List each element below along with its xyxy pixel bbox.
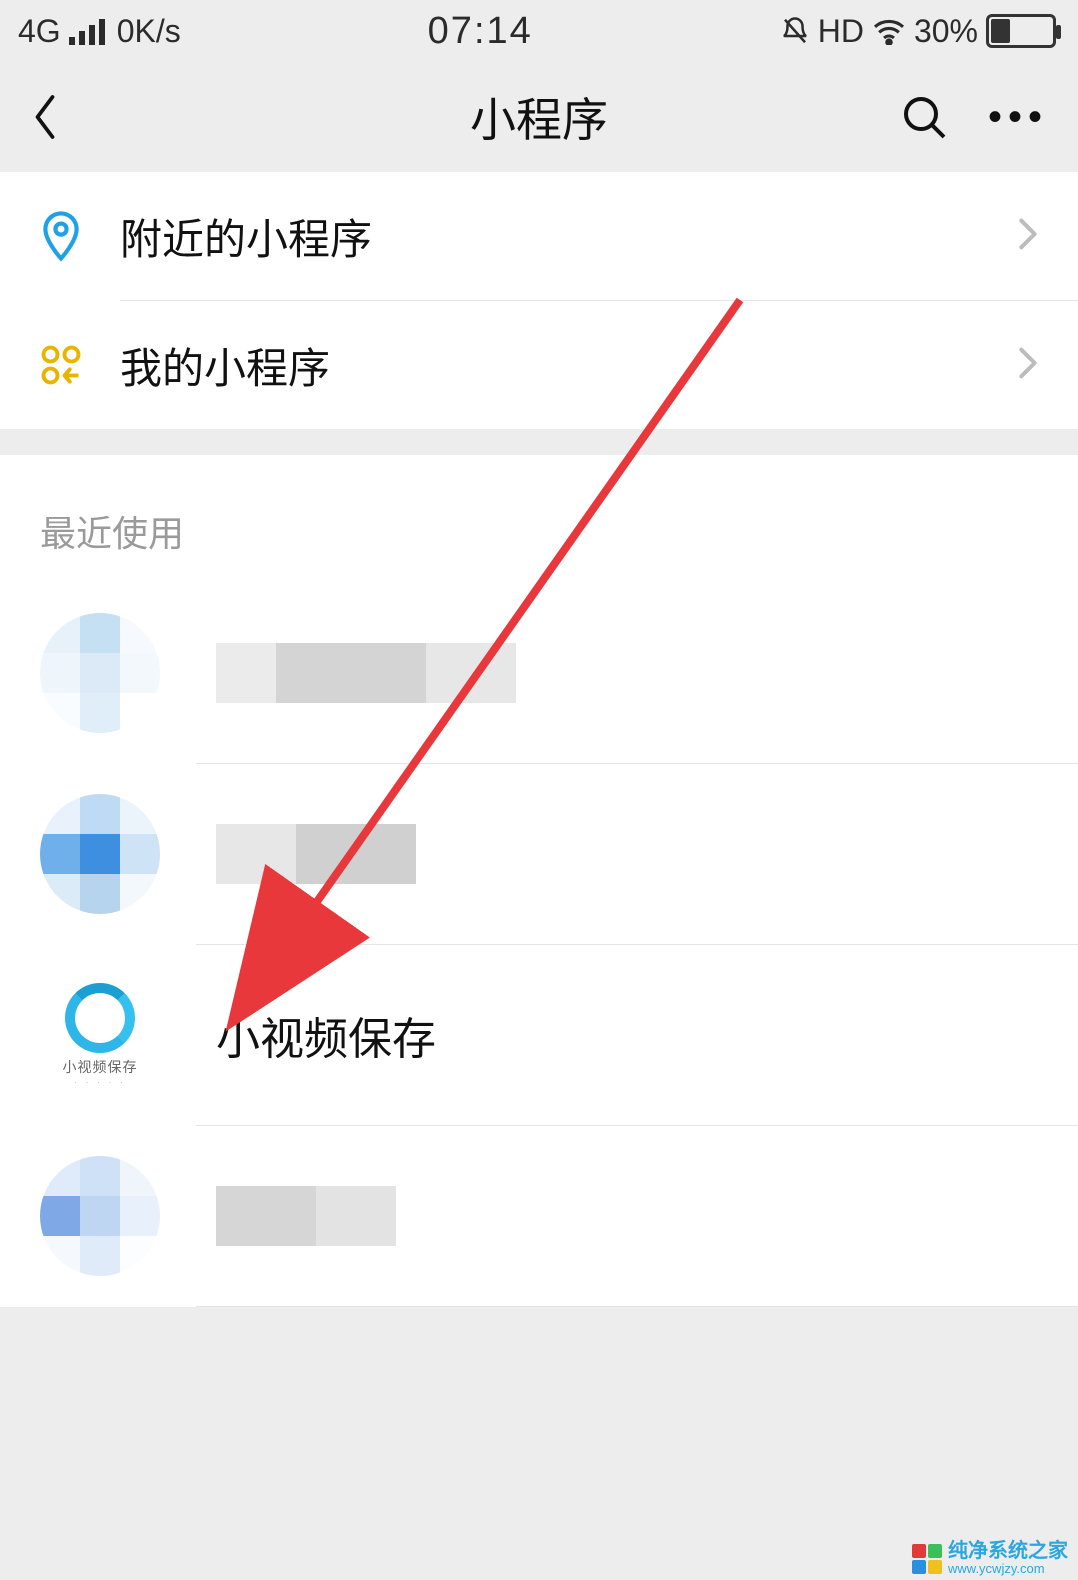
page-title: 小程序 <box>0 84 1078 150</box>
recent-avatar <box>40 613 160 733</box>
status-left: 4G 0K/s <box>18 13 181 50</box>
section-gap <box>0 429 1078 455</box>
ring-logo-icon <box>65 983 135 1053</box>
mine-label: 我的小程序 <box>120 335 1018 396</box>
location-pin-icon <box>40 210 120 262</box>
recent-avatar <box>40 1156 160 1276</box>
recent-item[interactable] <box>0 764 1078 944</box>
nearby-miniprograms-row[interactable]: 附近的小程序 <box>0 172 1078 300</box>
wifi-icon <box>872 17 906 45</box>
logo-subcaption: · · · · · <box>74 1077 126 1087</box>
recent-avatar: 小视频保存 · · · · · <box>40 975 160 1095</box>
watermark-logo-icon <box>912 1544 942 1574</box>
top-menu: 附近的小程序 我的小程序 <box>0 172 1078 429</box>
recent-avatar <box>40 794 160 914</box>
signal-bars-icon <box>69 17 109 45</box>
nearby-label: 附近的小程序 <box>120 206 1018 267</box>
recent-header: 最近使用 <box>0 455 1078 583</box>
network-speed: 0K/s <box>117 13 181 50</box>
watermark-line2: www.ycwjzy.com <box>948 1562 1068 1576</box>
watermark-line1: 纯净系统之家 <box>948 1541 1068 1562</box>
nav-bar: 小程序 ••• <box>0 62 1078 172</box>
recent-item[interactable] <box>0 583 1078 763</box>
chevron-right-icon <box>1018 217 1038 256</box>
divider <box>196 1306 1078 1307</box>
battery-icon <box>986 14 1056 48</box>
chevron-right-icon <box>1018 346 1038 385</box>
my-miniprograms-row[interactable]: 我的小程序 <box>0 301 1078 429</box>
recent-name <box>216 643 516 703</box>
status-right: HD 30% <box>780 13 1056 50</box>
recent-list: 小视频保存 · · · · · 小视频保存 <box>0 583 1078 1307</box>
recent-item[interactable] <box>0 1126 1078 1306</box>
status-time: 07:14 <box>428 10 533 53</box>
mute-icon <box>780 16 810 46</box>
watermark: 纯净系统之家 www.ycwjzy.com <box>912 1541 1068 1576</box>
network-type: 4G <box>18 13 61 50</box>
recent-name: 小视频保存 <box>216 1003 436 1067</box>
grid-apps-icon <box>40 344 120 386</box>
logo-caption: 小视频保存 <box>63 1057 138 1077</box>
recent-name <box>216 1186 396 1246</box>
recent-name <box>216 824 416 884</box>
battery-pct: 30% <box>914 13 978 50</box>
recent-item-video-save[interactable]: 小视频保存 · · · · · 小视频保存 <box>0 945 1078 1125</box>
hd-label: HD <box>818 13 864 50</box>
status-bar: 4G 0K/s 07:14 HD 3 <box>0 0 1078 62</box>
